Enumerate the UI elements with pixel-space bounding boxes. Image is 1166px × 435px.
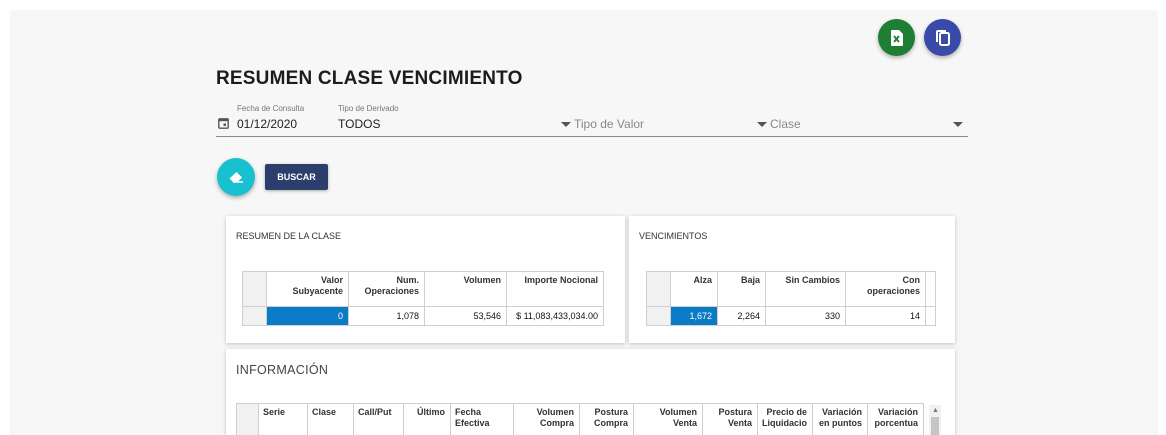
column-header[interactable]: Fecha Efectiva bbox=[450, 403, 514, 435]
excel-file-icon bbox=[890, 29, 903, 46]
extra-dropdown-chevron-down-icon[interactable] bbox=[953, 122, 963, 127]
column-header[interactable]: Valor Subyacente bbox=[266, 271, 349, 307]
buscar-button[interactable]: BUSCAR bbox=[265, 164, 328, 190]
column-header[interactable]: Baja bbox=[717, 271, 766, 307]
row-gutter bbox=[242, 271, 267, 307]
vencimientos-card: VENCIMIENTOS Alza Baja Sin Cambios Con o… bbox=[629, 216, 955, 343]
column-header[interactable]: Num. Operaciones bbox=[348, 271, 425, 307]
column-header[interactable]: Call/Put bbox=[353, 403, 404, 435]
resumen-clase-card: RESUMEN DE LA CLASE Valor Subyacente Num… bbox=[226, 216, 625, 343]
column-header[interactable]: Alza bbox=[670, 271, 718, 307]
fecha-consulta-label: Fecha de Consulta bbox=[237, 104, 305, 113]
clear-filters-button[interactable] bbox=[217, 158, 255, 196]
scroll-up-icon[interactable]: ▲ bbox=[932, 407, 939, 414]
page-title: RESUMEN CLASE VENCIMIENTO bbox=[216, 68, 523, 89]
resumen-clase-title: RESUMEN DE LA CLASE bbox=[236, 231, 342, 241]
column-header[interactable]: Postura Venta bbox=[702, 403, 758, 435]
column-header[interactable]: Serie bbox=[258, 403, 308, 435]
clase-chevron-down-icon[interactable] bbox=[757, 122, 767, 127]
vencimientos-title: VENCIMIENTOS bbox=[639, 231, 708, 241]
informacion-table: Serie Clase Call/Put Último Fecha Efecti… bbox=[236, 403, 924, 435]
copy-button[interactable] bbox=[924, 19, 961, 56]
row-gutter bbox=[646, 271, 671, 307]
fecha-consulta-input[interactable]: 01/12/2020 bbox=[237, 117, 297, 131]
table-header-row: Serie Clase Call/Put Último Fecha Efecti… bbox=[236, 403, 924, 435]
row-gutter bbox=[646, 306, 671, 326]
table-row[interactable]: 0 1,078 53,546 $ 11,083,433,034.00 bbox=[242, 306, 604, 326]
column-header[interactable]: Clase bbox=[307, 403, 354, 435]
column-header[interactable]: Importe Nocional bbox=[506, 271, 604, 307]
tipo-valor-select[interactable]: Tipo de Valor bbox=[574, 117, 644, 131]
column-header[interactable]: Sin Cambios bbox=[765, 271, 846, 307]
table-row[interactable]: 1,672 2,264 330 14 bbox=[646, 306, 936, 326]
table-cell[interactable]: 14 bbox=[845, 306, 926, 326]
eraser-icon bbox=[229, 172, 243, 183]
table-cell[interactable]: 2,264 bbox=[717, 306, 766, 326]
informacion-title: INFORMACIÓN bbox=[236, 363, 329, 377]
column-header[interactable]: Variación en puntos bbox=[812, 403, 868, 435]
copy-icon bbox=[935, 29, 950, 46]
export-excel-button[interactable] bbox=[878, 19, 915, 56]
column-header[interactable]: Volumen Venta bbox=[633, 403, 703, 435]
tipo-derivado-select[interactable]: TODOS bbox=[338, 117, 380, 131]
row-gutter bbox=[236, 403, 259, 435]
column-header[interactable]: Postura Compra bbox=[579, 403, 634, 435]
column-header[interactable]: Variación porcentua bbox=[867, 403, 924, 435]
resumen-clase-table: Valor Subyacente Num. Operaciones Volume… bbox=[242, 271, 604, 326]
table-cell[interactable]: 330 bbox=[765, 306, 846, 326]
table-cell[interactable]: 0 bbox=[266, 306, 349, 326]
tipo-valor-chevron-down-icon[interactable] bbox=[561, 122, 571, 127]
table-cell[interactable]: 1,078 bbox=[348, 306, 425, 326]
table-cell[interactable]: 1,672 bbox=[670, 306, 718, 326]
column-header[interactable]: Último bbox=[403, 403, 451, 435]
tipo-derivado-label: Tipo de Derivado bbox=[338, 104, 399, 113]
calendar-icon[interactable] bbox=[218, 117, 229, 129]
scrollbar-thumb[interactable] bbox=[931, 417, 939, 435]
column-header[interactable]: Con operaciones bbox=[845, 271, 926, 307]
table-header-row: Valor Subyacente Num. Operaciones Volume… bbox=[242, 271, 604, 307]
filter-bar: Fecha de Consulta 01/12/2020 Tipo de Der… bbox=[216, 100, 968, 137]
table-cell[interactable]: 53,546 bbox=[424, 306, 507, 326]
vencimientos-table: Alza Baja Sin Cambios Con operaciones 1,… bbox=[646, 271, 936, 326]
column-header[interactable]: Precio de Liquidacio bbox=[757, 403, 813, 435]
informacion-card: INFORMACIÓN Serie Clase Call/Put Último … bbox=[226, 349, 955, 435]
table-header-row: Alza Baja Sin Cambios Con operaciones bbox=[646, 271, 936, 307]
table-cell[interactable]: $ 11,083,433,034.00 bbox=[506, 306, 604, 326]
clase-select[interactable]: Clase bbox=[770, 117, 801, 131]
column-spacer bbox=[925, 271, 936, 307]
row-gutter bbox=[242, 306, 267, 326]
column-header[interactable]: Volumen bbox=[424, 271, 507, 307]
column-spacer bbox=[925, 306, 936, 326]
vertical-scrollbar[interactable]: ▲ bbox=[929, 405, 941, 435]
column-header[interactable]: Volumen Compra bbox=[513, 403, 580, 435]
